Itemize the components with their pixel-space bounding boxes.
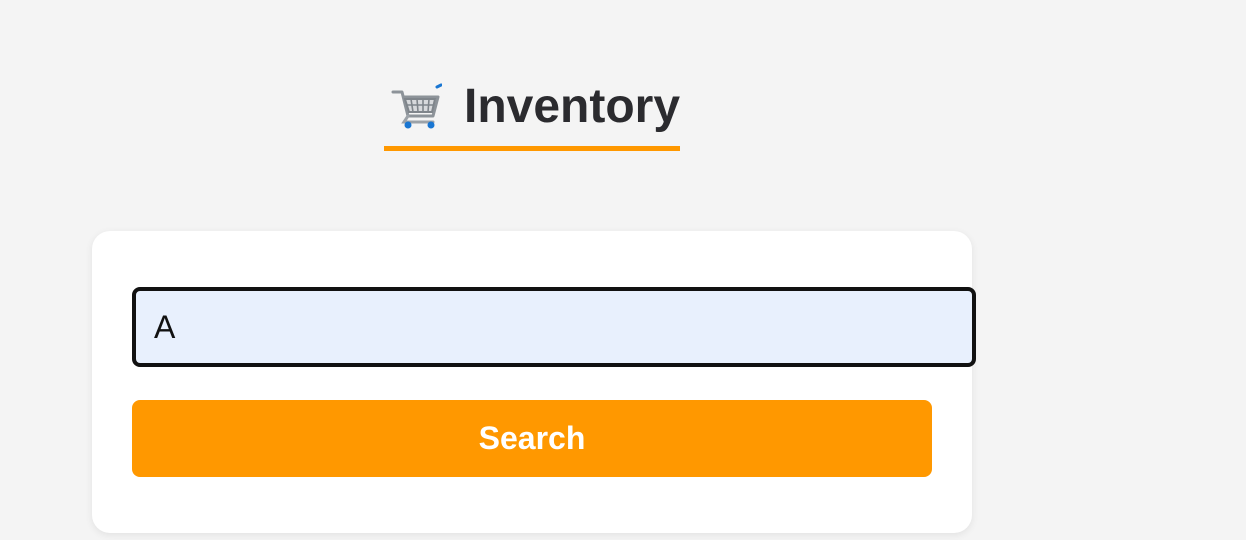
search-card: Search bbox=[92, 231, 976, 533]
shopping-cart-icon bbox=[390, 83, 443, 131]
inventory-page: Inventory Search bbox=[0, 0, 1246, 540]
page-header: Inventory bbox=[384, 74, 680, 151]
page-title: Inventory bbox=[464, 80, 681, 133]
search-button[interactable]: Search bbox=[132, 400, 932, 477]
search-input[interactable] bbox=[132, 287, 976, 367]
